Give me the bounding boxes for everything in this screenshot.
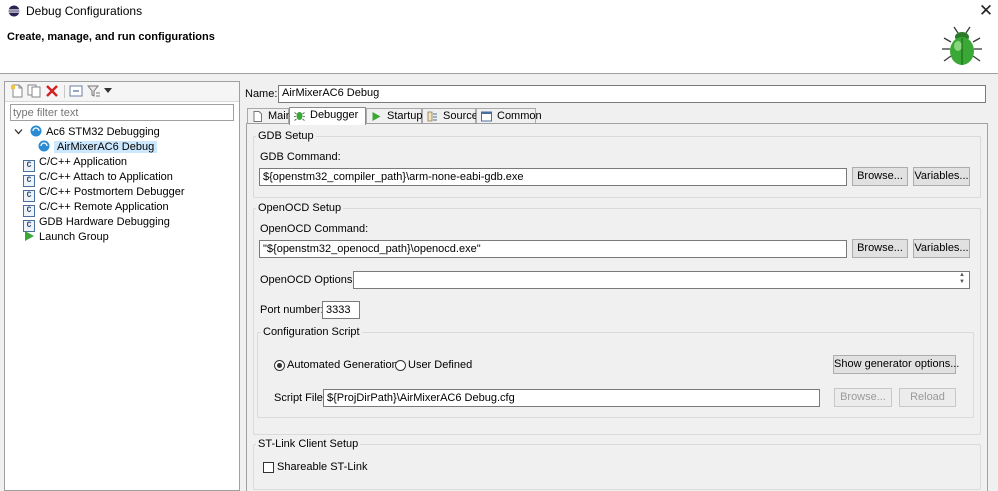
gdb-browse-button[interactable]: Browse...	[852, 167, 908, 186]
user-defined-label[interactable]: User Defined	[408, 359, 472, 371]
gdb-command-field[interactable]: ${openstm32_compiler_path}\arm-none-eabi…	[259, 168, 847, 186]
gdb-variables-button[interactable]: Variables...	[913, 167, 970, 186]
openocd-options-field[interactable]	[353, 271, 970, 289]
automated-generation-radio[interactable]	[274, 360, 285, 371]
tree-item-label: AirMixerAC6 Debug	[54, 141, 158, 153]
script-browse-button[interactable]: Browse...	[834, 388, 892, 407]
shareable-stlink-checkbox[interactable]	[263, 462, 274, 473]
gdb-command-label: GDB Command:	[260, 151, 341, 163]
tree-item-cpp-attach[interactable]: C C/C++ Attach to Application	[14, 170, 234, 187]
common-tab-icon	[481, 111, 492, 122]
dialog-header: Create, manage, and run configurations	[0, 24, 998, 74]
config-editor-pane: Name: AirMixerAC6 Debug Main Debugger St…	[242, 81, 998, 491]
automated-generation-label[interactable]: Automated Generation	[287, 359, 398, 371]
config-tree: Ac6 STM32 Debugging AirMixerAC6 Debug CC…	[14, 125, 234, 245]
main-tab-icon	[253, 111, 262, 122]
tree-item-label: C/C++ Attach to Application	[39, 171, 173, 183]
tab-label: Startup	[387, 110, 423, 122]
config-list-pane: Ac6 STM32 Debugging AirMixerAC6 Debug CC…	[4, 81, 240, 491]
ac6-config-icon	[38, 140, 50, 152]
window-title: Debug Configurations	[26, 4, 143, 18]
tab-debugger[interactable]: Debugger	[289, 107, 366, 125]
filter-input[interactable]	[10, 104, 234, 121]
tab-label: Common	[497, 110, 542, 122]
shareable-stlink-label[interactable]: Shareable ST-Link	[277, 461, 368, 473]
tree-item-label: C/C++ Remote Application	[39, 201, 169, 213]
window-titlebar: Debug Configurations ✕	[0, 0, 998, 24]
script-file-field[interactable]: ${ProjDirPath}\AirMixerAC6 Debug.cfg	[323, 389, 820, 407]
openocd-command-field[interactable]: "${openstm32_openocd_path}\openocd.exe"	[259, 240, 847, 258]
openocd-variables-button[interactable]: Variables...	[913, 239, 970, 258]
debug-bug-icon	[942, 26, 982, 65]
ac6-debug-icon	[30, 125, 42, 137]
script-file-label: Script File:	[274, 392, 326, 404]
gdb-setup-title: GDB Setup	[256, 130, 316, 142]
tree-item-label: GDB Hardware Debugging	[39, 216, 170, 228]
tree-item-cpp-remote[interactable]: C C/C++ Remote Application	[14, 200, 234, 217]
duplicate-config-icon[interactable]	[27, 84, 41, 98]
tab-source[interactable]: Source	[422, 108, 478, 124]
config-toolbar	[5, 82, 239, 102]
tree-item-label: Ac6 STM32 Debugging	[46, 126, 160, 138]
tree-item-ac6-stm32[interactable]: Ac6 STM32 Debugging	[14, 125, 234, 140]
reload-button[interactable]: Reload	[899, 388, 956, 407]
close-icon[interactable]: ✕	[975, 1, 997, 21]
tab-common[interactable]: Common	[476, 108, 542, 124]
new-config-icon[interactable]	[10, 84, 24, 98]
name-label: Name:	[245, 88, 278, 100]
show-generator-options-button[interactable]: Show generator options...	[833, 355, 959, 374]
tree-item-airmixer-debug[interactable]: AirMixerAC6 Debug	[14, 140, 234, 155]
openocd-browse-button[interactable]: Browse...	[852, 239, 908, 258]
debugger-tab-panel: GDB Setup GDB Command: ${openstm32_compi…	[246, 123, 988, 491]
openocd-command-label: OpenOCD Command:	[260, 223, 369, 235]
collapse-all-icon[interactable]	[69, 84, 83, 98]
tree-item-cpp-postmortem[interactable]: C C/C++ Postmortem Debugger	[14, 185, 234, 202]
tree-item-cpp-application[interactable]: C C/C++ Application	[14, 155, 234, 172]
name-field[interactable]: AirMixerAC6 Debug	[278, 85, 986, 103]
filter-config-icon[interactable]	[87, 84, 101, 98]
tree-item-label: C/C++ Postmortem Debugger	[39, 186, 185, 198]
dialog-heading: Create, manage, and run configurations	[7, 31, 215, 43]
port-number-label: Port number:	[260, 304, 324, 316]
user-defined-radio[interactable]	[395, 360, 406, 371]
debugger-tab-icon	[294, 112, 305, 121]
tree-item-gdb-hardware[interactable]: C GDB Hardware Debugging	[14, 215, 234, 232]
tab-label: Debugger	[310, 109, 359, 121]
tree-item-label: Launch Group	[39, 231, 109, 243]
chevron-down-icon[interactable]	[104, 88, 112, 94]
config-script-title: Configuration Script	[261, 326, 362, 338]
tab-startup[interactable]: Startup	[366, 108, 422, 124]
tab-main[interactable]: Main	[247, 108, 292, 124]
startup-tab-icon	[372, 112, 381, 121]
toolbar-separator	[64, 85, 65, 98]
delete-config-icon[interactable]	[45, 84, 59, 98]
openocd-setup-title: OpenOCD Setup	[256, 202, 344, 214]
eclipse-app-icon	[8, 5, 20, 17]
tab-label: Source	[443, 110, 478, 122]
tree-item-label: C/C++ Application	[39, 156, 128, 168]
tree-item-launch-group[interactable]: Launch Group	[14, 230, 234, 245]
options-scroll-arrows[interactable]: ▲ ▼	[956, 272, 968, 288]
expand-chevron-icon[interactable]	[14, 127, 23, 136]
launch-group-icon	[25, 231, 34, 241]
source-tab-icon	[427, 111, 437, 122]
stlink-setup-title: ST-Link Client Setup	[256, 438, 361, 450]
openocd-options-label: OpenOCD Options :	[260, 274, 359, 286]
port-number-field[interactable]: 3333	[322, 301, 360, 319]
